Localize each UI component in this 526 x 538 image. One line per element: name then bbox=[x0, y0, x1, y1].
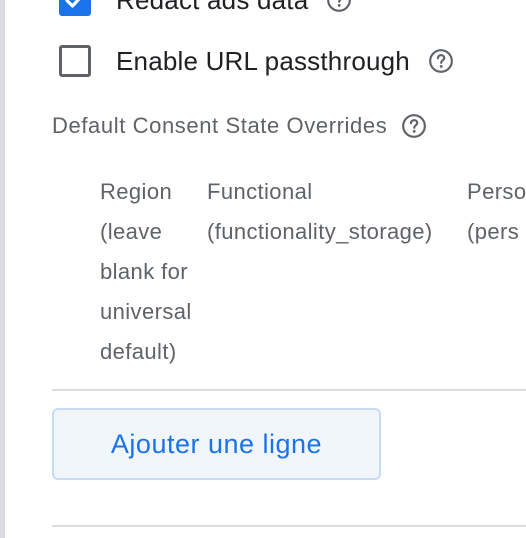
redact-ads-checkbox[interactable] bbox=[59, 0, 91, 16]
help-circle-icon[interactable] bbox=[401, 113, 427, 139]
help-circle-icon[interactable] bbox=[326, 0, 352, 13]
consent-overrides-header: Default Consent State Overrides bbox=[52, 113, 427, 139]
left-border bbox=[0, 0, 5, 538]
help-circle-icon[interactable] bbox=[428, 48, 454, 74]
redact-ads-label: Redact ads data bbox=[116, 0, 308, 16]
consent-overrides-label: Default Consent State Overrides bbox=[52, 113, 388, 138]
redact-ads-row: Redact ads data bbox=[59, 0, 352, 16]
section-divider bbox=[52, 525, 526, 527]
url-passthrough-checkbox[interactable] bbox=[59, 45, 91, 77]
check-icon bbox=[65, 0, 81, 8]
add-row-button[interactable]: Ajouter une ligne bbox=[52, 408, 381, 480]
table-divider bbox=[52, 389, 526, 391]
url-passthrough-row: Enable URL passthrough bbox=[59, 45, 454, 77]
column-header-region: Region (leave blank for universal defaul… bbox=[100, 179, 192, 364]
url-passthrough-label: Enable URL passthrough bbox=[116, 45, 410, 76]
column-header-personalization: Perso (pers bbox=[467, 179, 526, 244]
column-header-functional: Functional (functionality_storage) bbox=[207, 179, 433, 244]
